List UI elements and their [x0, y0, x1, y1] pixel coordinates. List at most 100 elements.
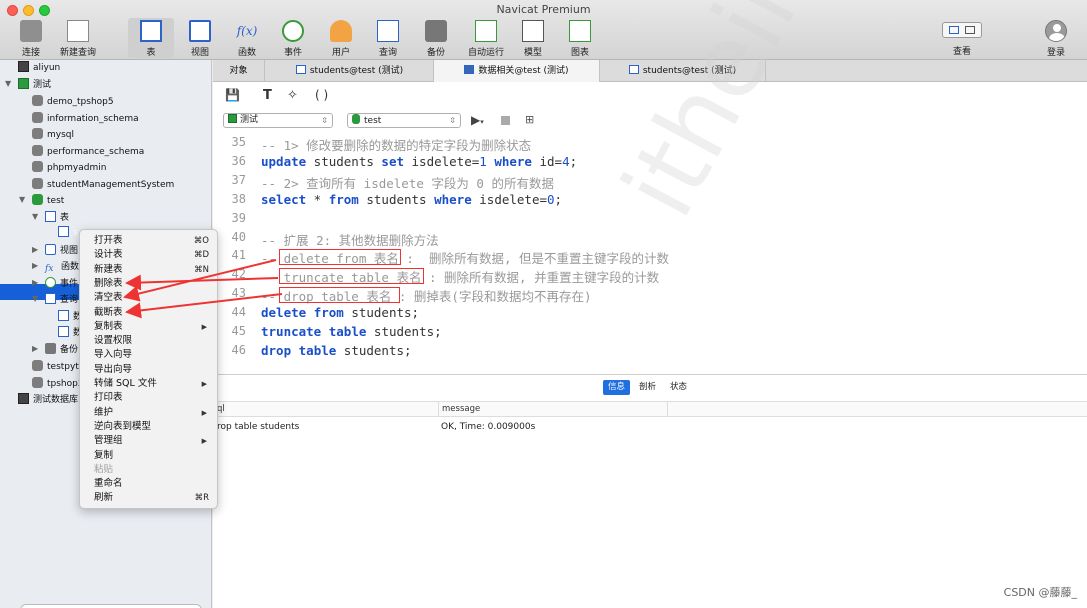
explain-icon[interactable]: ⊞	[525, 113, 534, 126]
tree-item[interactable]: tpshop2	[32, 376, 84, 392]
tree-item[interactable]: fx 函数	[45, 259, 79, 275]
menu-item-label: 刷新	[94, 492, 114, 504]
table-row[interactable]: rop table students OK, Time: 0.009000s	[213, 419, 1087, 435]
sidebar-search-field[interactable]	[20, 604, 202, 608]
tree-item[interactable]: 测试数据库	[18, 392, 78, 408]
menu-item[interactable]: 删除表	[94, 277, 214, 291]
chevron-right-icon[interactable]: ▶	[32, 278, 38, 287]
tree-item[interactable]: demo_tpshop5	[32, 94, 114, 110]
parentheses-icon[interactable]: ( )	[315, 88, 328, 102]
database-icon	[32, 178, 43, 189]
chevron-right-icon[interactable]: ▶	[32, 261, 38, 270]
toolbar-connect-button[interactable]: 连接	[8, 18, 54, 58]
result-tab-0[interactable]: 信息	[603, 380, 631, 395]
tab-1[interactable]: students@test (测试)	[266, 60, 434, 82]
toolbar-new-query-button[interactable]: 新建查询	[55, 18, 101, 58]
view-toggle-button[interactable]: 查看	[938, 18, 986, 58]
menu-item[interactable]: 设置权限	[94, 334, 214, 348]
tree-item[interactable]: 测试	[18, 77, 51, 93]
menu-item[interactable]: 打印表	[94, 391, 214, 405]
save-icon[interactable]: 💾	[225, 88, 240, 102]
new-query-icon	[67, 20, 89, 42]
code-token: from	[313, 305, 344, 321]
toolbar-user-button[interactable]: 用户	[318, 18, 364, 58]
database-icon	[32, 194, 43, 205]
chevron-down-icon[interactable]: ▼	[5, 79, 11, 88]
tab-3[interactable]: students@test (测试)	[600, 60, 766, 82]
menu-item[interactable]: 新建表 ⌘N	[94, 263, 214, 277]
menu-item[interactable]: 转储 SQL 文件 ▶	[94, 377, 214, 391]
tree-item[interactable]: aliyun	[18, 60, 60, 76]
menu-item[interactable]: 管理组 ▶	[94, 434, 214, 448]
toolbar-auto-run-button[interactable]: 自动运行	[463, 18, 509, 58]
tab-2[interactable]: 数据相关@test (测试)	[434, 60, 600, 82]
tree-item[interactable]: testpyth	[32, 359, 85, 375]
menu-item-label: 维护	[94, 406, 114, 418]
menu-item[interactable]: 复制表 ▶	[94, 320, 214, 334]
format-icon[interactable]: T	[263, 88, 272, 103]
toolbar-new-query-label: 新建查询	[59, 48, 96, 58]
toolbar-view-button[interactable]: 视图	[177, 18, 223, 58]
menu-item-label: 重命名	[94, 478, 123, 490]
menu-item[interactable]: 导入向导	[94, 348, 214, 362]
column-header-message: message	[442, 404, 481, 414]
tree-item-label: s	[73, 228, 78, 238]
menu-item[interactable]: 打开表 ⌘O	[94, 234, 214, 248]
code-token: where	[494, 153, 532, 169]
menu-item[interactable]: 维护 ▶	[94, 406, 214, 420]
login-button[interactable]: 登录	[1033, 18, 1079, 58]
tree-item-label: demo_tpshop5	[47, 97, 114, 107]
line-number: 36	[231, 153, 246, 168]
menu-item[interactable]: 刷新 ⌘R	[94, 491, 214, 505]
code-token: students;	[343, 305, 420, 321]
tree-item[interactable]: 表	[45, 210, 69, 226]
chevron-down-icon[interactable]: ▼	[32, 294, 38, 303]
menu-item[interactable]: 设计表 ⌘D	[94, 248, 214, 262]
connection-icon	[18, 78, 29, 89]
tree-item[interactable]: 查询	[45, 292, 78, 308]
chevron-down-icon[interactable]: ▼	[32, 212, 38, 221]
menu-item[interactable]: 导出向导	[94, 363, 214, 377]
database-select[interactable]: test ⇳	[347, 113, 461, 128]
chevron-right-icon[interactable]: ▶	[32, 245, 38, 254]
chevron-right-icon[interactable]: ▶	[32, 344, 38, 353]
result-tab-1[interactable]: 剖析	[634, 380, 661, 395]
menu-item[interactable]: 重命名	[94, 477, 214, 491]
menu-item[interactable]: 逆向表到模型	[94, 420, 214, 434]
result-tab-2[interactable]: 状态	[665, 380, 692, 395]
tree-item[interactable]: phpmyadmin	[32, 160, 106, 176]
menu-item[interactable]: 清空表	[94, 291, 214, 305]
run-icon[interactable]: ▶▾	[471, 113, 484, 127]
query-icon	[377, 20, 399, 42]
tab-0[interactable]: 对象	[213, 60, 265, 82]
stop-icon[interactable]	[501, 116, 510, 125]
toolbar-event-button[interactable]: 事件	[270, 18, 316, 58]
toolbar-model-button[interactable]: 模型	[510, 18, 556, 58]
toolbar-function-button[interactable]: f(x) 函数	[224, 18, 270, 58]
tree-item[interactable]: 视图	[45, 243, 78, 259]
toolbar-table-button[interactable]: 表	[128, 18, 174, 58]
toolbar-backup-button[interactable]: 备份	[413, 18, 459, 58]
tree-item[interactable]: 备份	[45, 342, 78, 358]
tree-item[interactable]: studentManagementSystem	[32, 177, 174, 193]
toolbar-chart-button[interactable]: 图表	[557, 18, 603, 58]
tree-item[interactable]: performance_schema	[32, 144, 144, 160]
tree-item-label: 测试数据库	[33, 395, 79, 405]
menu-item-label: 清空表	[94, 292, 123, 304]
tree-item[interactable]: mysql	[32, 127, 74, 143]
tab-label: 数据相关@test (测试)	[478, 66, 569, 76]
tree-item[interactable]: test	[32, 193, 64, 209]
code-token: ;	[569, 153, 578, 169]
database-icon	[32, 95, 43, 106]
code-token: select	[261, 191, 307, 207]
toolbar-query-button[interactable]: 查询	[365, 18, 411, 58]
menu-item[interactable]: 截断表	[94, 306, 214, 320]
connection-select[interactable]: 测试 ⇳	[223, 113, 333, 128]
tree-item[interactable]: s	[58, 225, 78, 241]
menu-item[interactable]: 复制	[94, 449, 214, 463]
beautify-icon[interactable]: ✧	[287, 88, 298, 103]
tree-item[interactable]: information_schema	[32, 111, 139, 127]
tree-item[interactable]: 事件	[45, 276, 78, 292]
chevron-down-icon[interactable]: ▼	[19, 195, 25, 204]
